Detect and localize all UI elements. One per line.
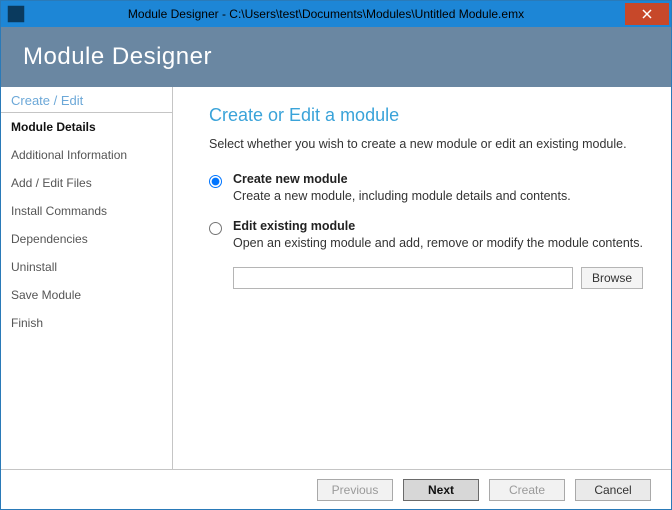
window-title: Module Designer - C:\Users\test\Document… — [27, 7, 625, 21]
sidebar: Create / Edit Module Details Additional … — [1, 87, 173, 469]
option-edit: Edit existing module Open an existing mo… — [209, 219, 643, 253]
browse-button[interactable]: Browse — [581, 267, 643, 289]
sidebar-item-additional-information[interactable]: Additional Information — [1, 141, 172, 169]
next-button[interactable]: Next — [403, 479, 479, 501]
option-create: Create new module Create a new module, i… — [209, 172, 643, 206]
previous-button[interactable]: Previous — [317, 479, 393, 501]
app-icon — [5, 3, 27, 25]
main-intro: Select whether you wish to create a new … — [209, 136, 643, 154]
sidebar-section-header: Create / Edit — [1, 87, 172, 113]
sidebar-item-finish[interactable]: Finish — [1, 309, 172, 337]
module-path-input[interactable] — [233, 267, 573, 289]
close-button[interactable] — [625, 3, 669, 25]
sidebar-item-save-module[interactable]: Save Module — [1, 281, 172, 309]
radio-create-new[interactable] — [209, 175, 222, 188]
option-create-desc: Create a new module, including module de… — [233, 188, 643, 206]
radio-edit-existing[interactable] — [209, 222, 222, 235]
sidebar-item-dependencies[interactable]: Dependencies — [1, 225, 172, 253]
path-row: Browse — [233, 267, 643, 289]
page-title: Module Designer — [23, 43, 212, 71]
sidebar-item-uninstall[interactable]: Uninstall — [1, 253, 172, 281]
option-edit-desc: Open an existing module and add, remove … — [233, 235, 643, 253]
sidebar-item-install-commands[interactable]: Install Commands — [1, 197, 172, 225]
main-panel: Create or Edit a module Select whether y… — [173, 87, 671, 469]
option-edit-title: Edit existing module — [233, 219, 643, 233]
header-band: Module Designer — [1, 27, 671, 87]
sidebar-item-module-details[interactable]: Module Details — [1, 113, 172, 141]
cancel-button[interactable]: Cancel — [575, 479, 651, 501]
option-create-title: Create new module — [233, 172, 643, 186]
create-button[interactable]: Create — [489, 479, 565, 501]
main-heading: Create or Edit a module — [209, 105, 643, 126]
content-area: Create / Edit Module Details Additional … — [1, 87, 671, 469]
sidebar-item-add-edit-files[interactable]: Add / Edit Files — [1, 169, 172, 197]
footer: Previous Next Create Cancel — [1, 469, 671, 509]
titlebar: Module Designer - C:\Users\test\Document… — [1, 1, 671, 27]
module-designer-window: Module Designer - C:\Users\test\Document… — [0, 0, 672, 510]
